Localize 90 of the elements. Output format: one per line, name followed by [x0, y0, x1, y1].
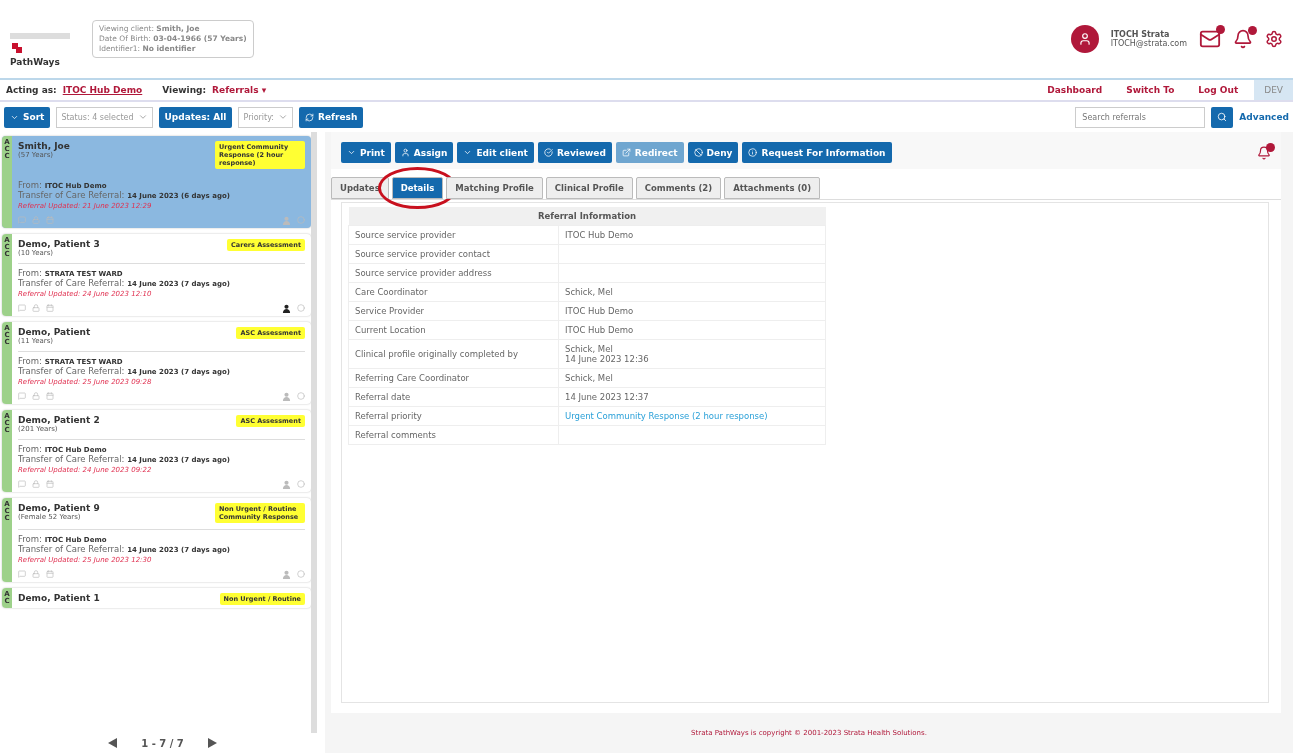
table-cell: Clinical profile originally completed by	[348, 339, 559, 369]
action-button[interactable]: Request For Information	[742, 142, 892, 163]
table-cell: Current Location	[348, 320, 559, 340]
circle-icon	[297, 392, 305, 400]
comment-icon	[18, 392, 26, 400]
table-cell: Source service provider contact	[348, 244, 559, 264]
updates-button[interactable]: Updates: All	[158, 106, 233, 128]
advanced-link[interactable]: Advanced	[1239, 112, 1289, 122]
logo-icon	[10, 33, 70, 55]
calendar-icon	[46, 304, 54, 312]
logo-text: PathWays	[10, 57, 61, 67]
table-cell: Source service provider	[348, 225, 559, 245]
viewing-dropdown[interactable]: Referrals ▾	[212, 85, 267, 95]
sort-button[interactable]: Sort	[4, 106, 51, 128]
avatar-icon[interactable]	[1070, 25, 1099, 53]
previous-page-icon[interactable]	[108, 738, 118, 748]
comment-icon	[18, 304, 26, 312]
table-cell: Referral priority	[348, 406, 559, 426]
refresh-button[interactable]: Refresh	[299, 106, 364, 128]
table-cell: 14 June 2023 12:37	[558, 387, 826, 407]
patient-name: Demo, Patient 3	[18, 239, 100, 249]
table-cell: Service Provider	[348, 301, 559, 321]
patient-name: Demo, Patient 2	[18, 415, 100, 425]
nav-link[interactable]: Log Out	[1198, 85, 1239, 95]
table-cell: Referral comments	[348, 425, 559, 445]
table-cell: Schick, Mel 14 June 2023 12:36	[558, 339, 826, 369]
calendar-icon	[46, 480, 54, 488]
lock-icon	[32, 216, 40, 224]
user-name: ITOCH Strata	[1110, 30, 1171, 39]
action-button[interactable]: Print	[341, 142, 391, 163]
lock-icon	[32, 570, 40, 578]
circle-icon	[297, 480, 305, 488]
table-cell: Schick, Mel	[558, 368, 826, 388]
caret-icon	[463, 148, 473, 157]
user-email: ITOCH@strata.com	[1110, 39, 1187, 48]
lock-icon	[32, 392, 40, 400]
table-cell: Referral date	[348, 387, 559, 407]
tab[interactable]: Attachments (0)	[724, 177, 821, 199]
chevron-icon	[278, 112, 289, 122]
table-cell: Source service provider address	[348, 263, 559, 283]
circle-icon	[297, 216, 305, 224]
search-icon	[1217, 112, 1228, 122]
person-icon	[400, 148, 410, 157]
table-cell: Care Coordinator	[348, 282, 559, 302]
acting-as-link[interactable]: ITOC Hub Demo	[62, 85, 143, 95]
check-circle-icon	[543, 148, 553, 157]
table-cell: ITOC Hub Demo	[558, 225, 826, 245]
tab[interactable]: Matching Profile	[446, 177, 543, 199]
tab[interactable]: Clinical Profile	[545, 177, 633, 199]
table-cell: ITOC Hub Demo	[558, 301, 826, 321]
nav-link[interactable]: Dashboard	[1047, 85, 1103, 95]
environment-label: DEV	[1254, 80, 1293, 100]
patient-name: Smith, Joe	[18, 141, 70, 151]
lock-icon	[32, 304, 40, 312]
patient-name: Demo, Patient 1	[18, 593, 100, 603]
refresh-icon	[305, 112, 315, 122]
chevron-icon	[137, 112, 148, 122]
table-cell: ITOC Hub Demo	[558, 320, 826, 340]
circle-icon	[297, 304, 305, 312]
comment-icon	[18, 480, 26, 488]
search-button[interactable]	[1211, 106, 1234, 128]
lock-icon	[32, 480, 40, 488]
patient-name: Demo, Patient	[18, 327, 91, 337]
settings-icon[interactable]	[1265, 30, 1283, 48]
action-button[interactable]: Assign	[394, 142, 454, 163]
viewing-label: Viewing:	[162, 85, 207, 95]
nav-link[interactable]: Switch To	[1126, 85, 1175, 95]
action-button[interactable]: Edit client	[457, 142, 534, 163]
info-icon	[748, 148, 758, 157]
caret-icon	[347, 148, 356, 157]
table-cell: Referring Care Coordinator	[348, 368, 559, 388]
external-link-icon	[621, 148, 631, 157]
next-page-icon[interactable]	[207, 738, 217, 748]
table-title: Referral Information	[348, 207, 826, 226]
tab[interactable]: Details	[391, 177, 444, 199]
acting-as-label: Acting as:	[6, 85, 57, 95]
circle-icon	[297, 570, 305, 578]
action-button[interactable]: Deny	[687, 142, 739, 163]
comment-icon	[18, 570, 26, 578]
page-count: 1 - 7 / 7	[141, 737, 184, 749]
comment-icon	[18, 216, 26, 224]
calendar-icon	[46, 570, 54, 578]
tab[interactable]: Comments (2)	[635, 177, 722, 199]
table-cell: Schick, Mel	[558, 282, 826, 302]
search-field[interactable]: Search referrals	[1075, 106, 1206, 128]
calendar-icon	[46, 392, 54, 400]
calendar-icon	[46, 216, 54, 224]
action-button[interactable]: Reviewed	[537, 142, 612, 163]
deny-icon	[693, 148, 703, 157]
patient-name: Demo, Patient 9	[18, 503, 100, 513]
